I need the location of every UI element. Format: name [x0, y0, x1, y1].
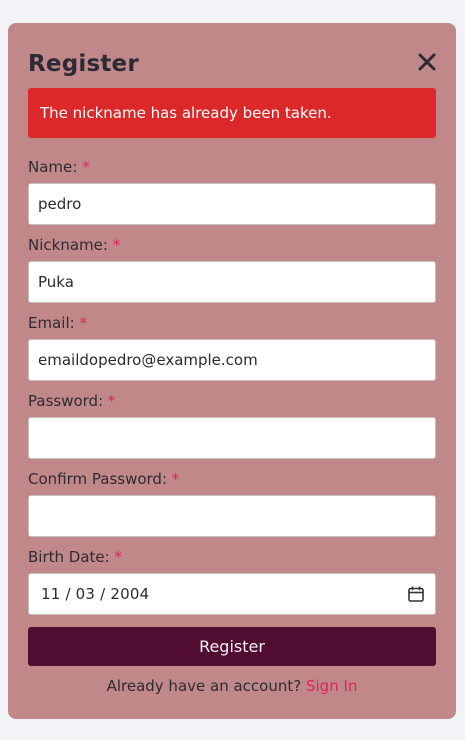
password-field-group: Password: *: [28, 391, 436, 459]
confirm-password-label: Confirm Password: *: [28, 470, 180, 488]
email-field-group: Email: *: [28, 313, 436, 381]
register-modal: Register The nickname has already been t…: [8, 23, 456, 719]
name-input[interactable]: [28, 183, 436, 225]
birth-date-value: 11 / 03 / 2004: [41, 585, 150, 603]
nickname-label: Nickname: *: [28, 236, 121, 254]
birth-date-input[interactable]: 11 / 03 / 2004: [28, 573, 436, 615]
name-label: Name: *: [28, 158, 90, 176]
signin-prompt-text: Already have an account?: [106, 677, 302, 695]
signin-prompt: Already have an account? Sign In: [8, 677, 456, 695]
birth-date-label: Birth Date: *: [28, 548, 122, 566]
email-input[interactable]: [28, 339, 436, 381]
signin-link[interactable]: Sign In: [306, 677, 357, 695]
email-label: Email: *: [28, 314, 87, 332]
error-alert: The nickname has already been taken.: [28, 88, 436, 138]
close-icon: [418, 53, 436, 71]
register-button[interactable]: Register: [28, 627, 436, 666]
close-button[interactable]: [418, 53, 436, 71]
nickname-input[interactable]: [28, 261, 436, 303]
confirm-password-input[interactable]: [28, 495, 436, 537]
modal-title: Register: [28, 51, 139, 77]
confirm-password-field-group: Confirm Password: *: [28, 469, 436, 537]
password-label: Password: *: [28, 392, 116, 410]
password-input[interactable]: [28, 417, 436, 459]
birth-date-field-group: Birth Date: * 11 / 03 / 2004: [28, 547, 436, 615]
nickname-field-group: Nickname: *: [28, 235, 436, 303]
calendar-icon[interactable]: [407, 585, 425, 603]
name-field-group: Name: *: [28, 157, 436, 225]
